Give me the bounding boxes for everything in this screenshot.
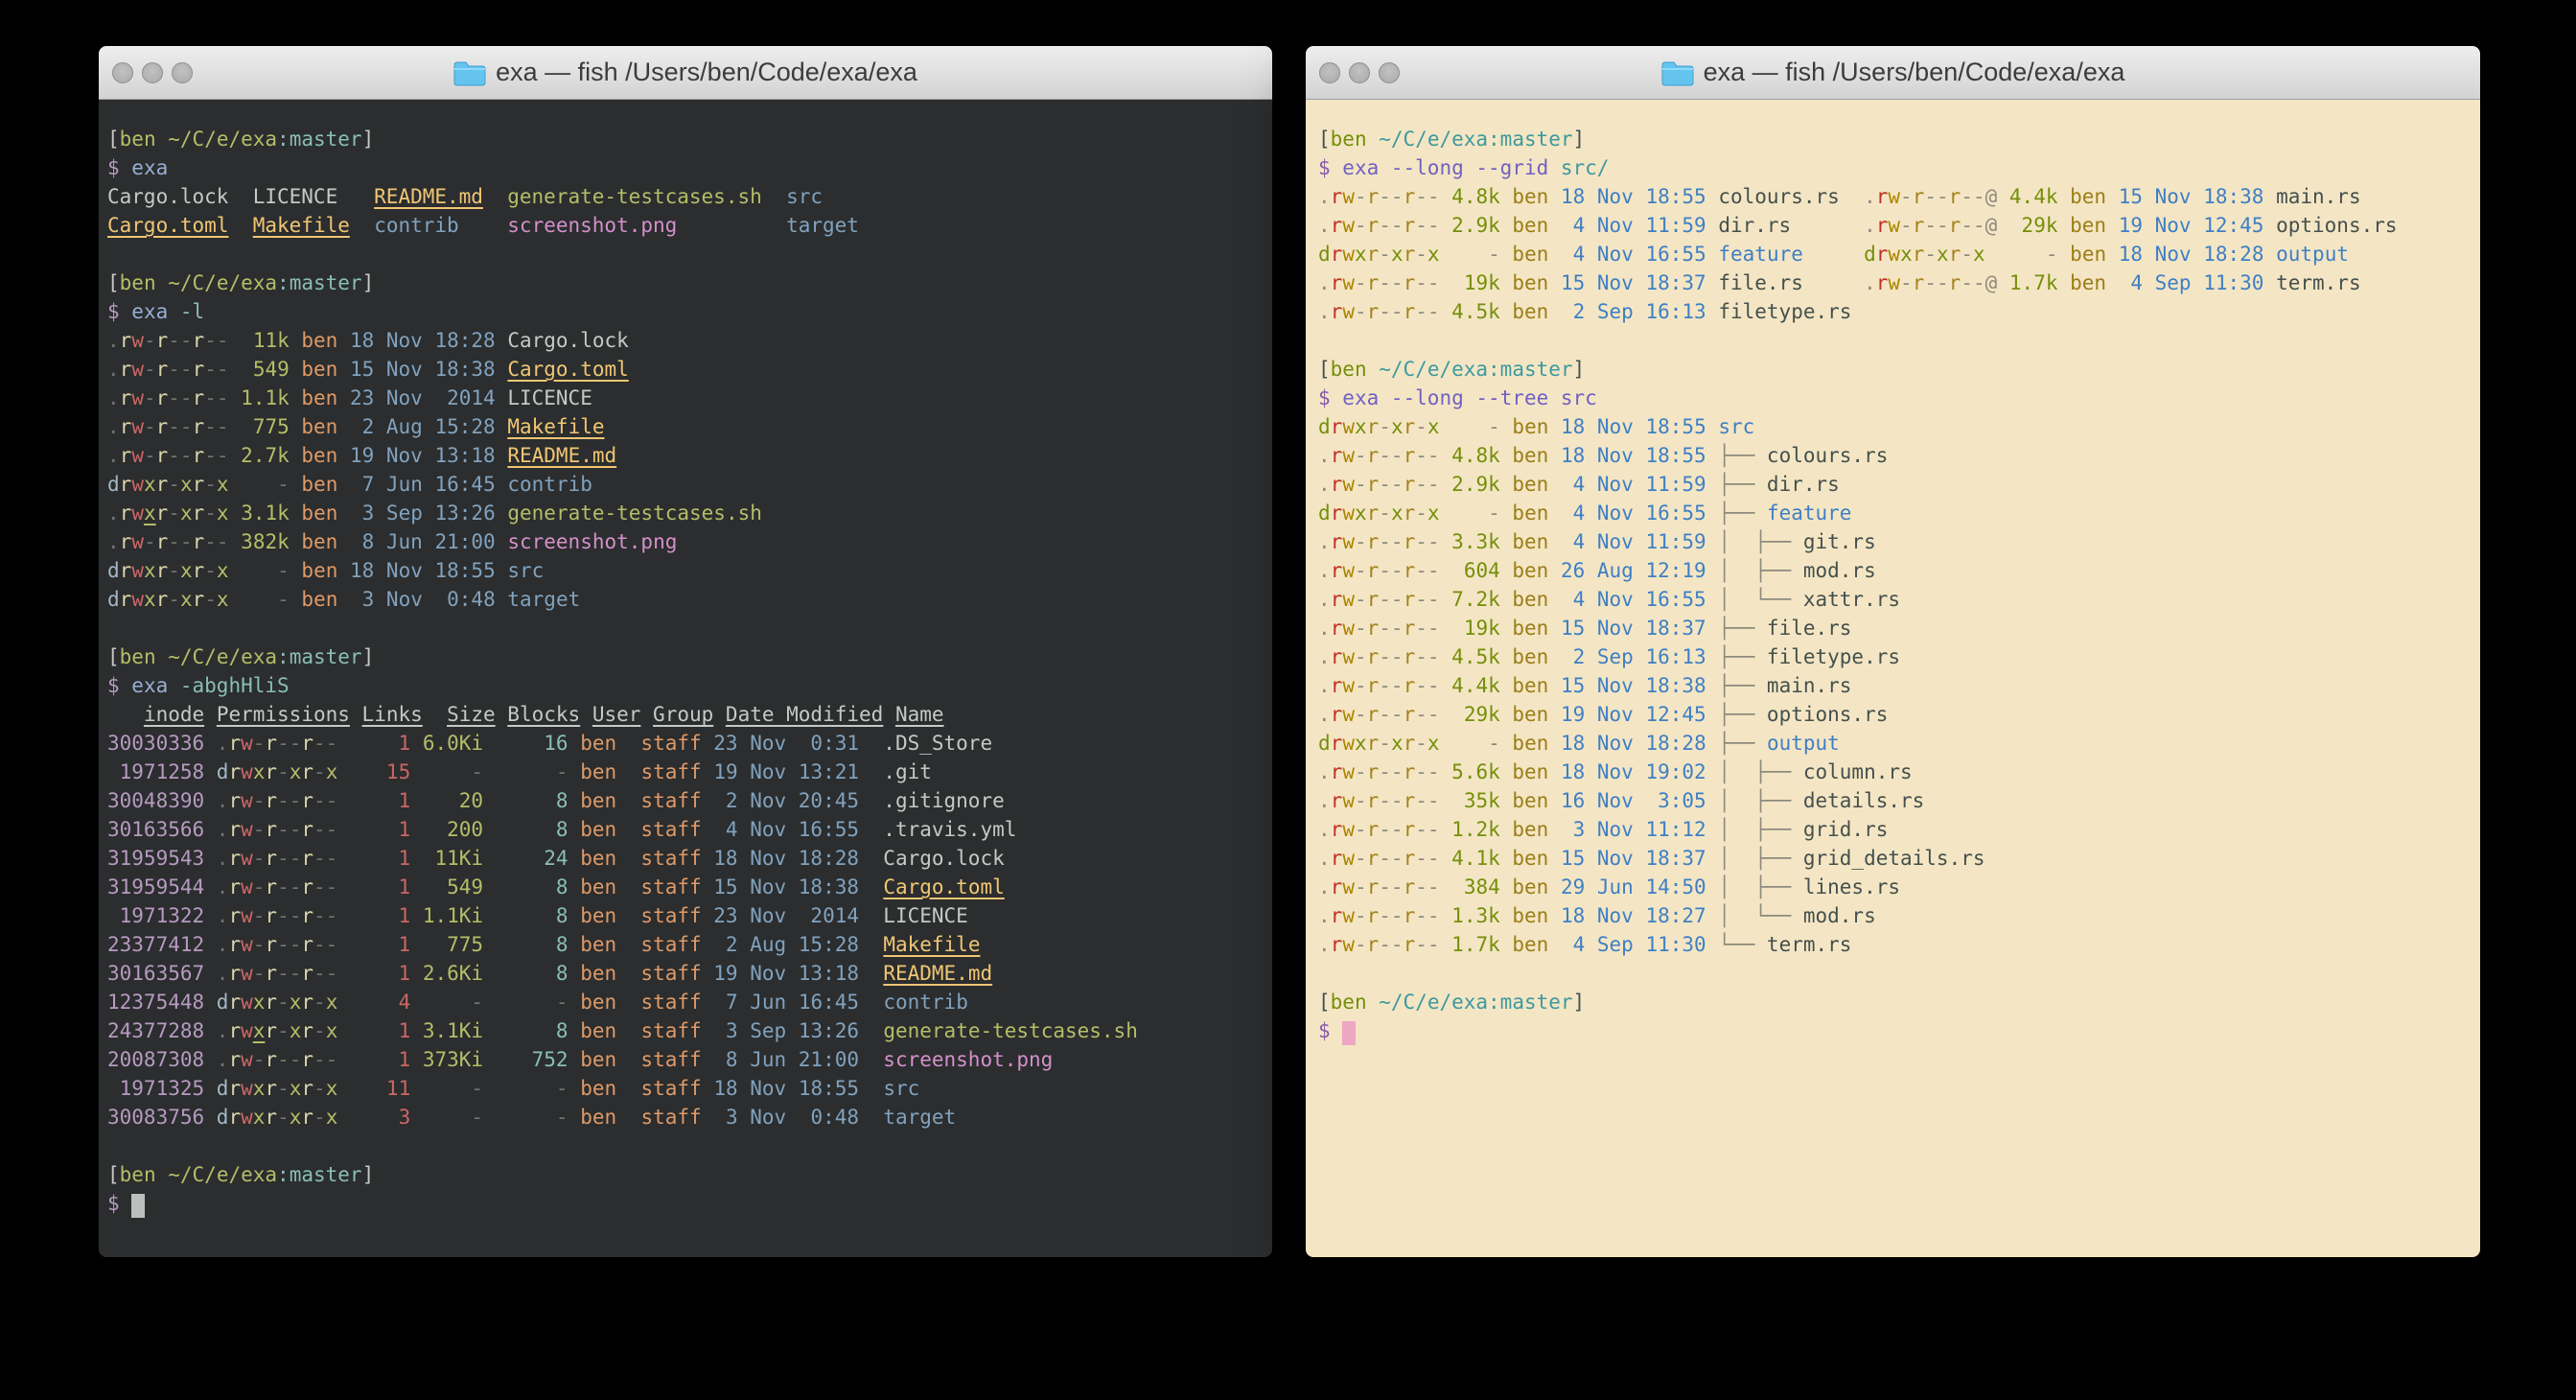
close-button[interactable] (112, 62, 133, 83)
terminal-line: 30163567 .rw-r--r-- 1 2.6Ki 8 ben staff … (107, 959, 1265, 988)
terminal-line: drwxr-xr-x - ben 7 Jun 16:45 contrib (107, 470, 1265, 499)
terminal-line: [ben ~/C/e/exa:master] (107, 268, 1265, 297)
terminal-line: $ exa --long --tree src (1318, 384, 2472, 412)
terminal-line: .rw-r--r-- 4.8k ben 18 Nov 18:55 colours… (1318, 182, 2472, 211)
terminal-line: .rw-r--r-- 4.8k ben 18 Nov 18:55 ├── col… (1318, 441, 2472, 470)
terminal-line: [ben ~/C/e/exa:master] (1318, 988, 2472, 1016)
terminal-line (1318, 326, 2472, 355)
terminal-line: .rw-r--r-- 604 ben 26 Aug 12:19 │ ├── mo… (1318, 556, 2472, 585)
terminal-window-light: exa — fish /Users/ben/Code/exa/exa [ben … (1306, 46, 2480, 1257)
terminal-line: .rw-r--r-- 7.2k ben 4 Nov 16:55 │ └── xa… (1318, 585, 2472, 614)
zoom-button[interactable] (172, 62, 193, 83)
terminal-line: $ (1318, 1016, 2472, 1045)
terminal-line: .rw-r--r-- 1.1k ben 23 Nov 2014 LICENCE (107, 384, 1265, 412)
terminal-line: .rw-r--r-- 2.9k ben 4 Nov 11:59 ├── dir.… (1318, 470, 2472, 499)
terminal-line: 20087308 .rw-r--r-- 1 373Ki 752 ben staf… (107, 1045, 1265, 1074)
folder-icon (1661, 59, 1694, 86)
terminal-line: .rwxr-xr-x 3.1k ben 3 Sep 13:26 generate… (107, 499, 1265, 527)
terminal-line: .rw-r--r-- 1.2k ben 3 Nov 11:12 │ ├── gr… (1318, 815, 2472, 844)
terminal-line: [ben ~/C/e/exa:master] (107, 642, 1265, 671)
terminal-line: $ exa -l (107, 297, 1265, 326)
terminal-line: 31959544 .rw-r--r-- 1 549 8 ben staff 15… (107, 873, 1265, 901)
terminal-line: .rw-r--r-- 35k ben 16 Nov 3:05 │ ├── det… (1318, 786, 2472, 815)
terminal-line: inode Permissions Links Size Blocks User… (107, 700, 1265, 729)
zoom-button[interactable] (1379, 62, 1400, 83)
terminal-line: .rw-r--r-- 2.9k ben 4 Nov 11:59 dir.rs .… (1318, 211, 2472, 240)
terminal-line: 12375448 drwxr-xr-x 4 - - ben staff 7 Ju… (107, 988, 1265, 1016)
minimize-button[interactable] (1349, 62, 1370, 83)
terminal-line: $ exa (107, 153, 1265, 182)
terminal-line: [ben ~/C/e/exa:master] (107, 1160, 1265, 1189)
terminal-line: [ben ~/C/e/exa:master] (1318, 125, 2472, 153)
terminal-line: drwxr-xr-x - ben 18 Nov 18:55 src (107, 556, 1265, 585)
terminal-line: [ben ~/C/e/exa:master] (107, 125, 1265, 153)
terminal-line: 30163566 .rw-r--r-- 1 200 8 ben staff 4 … (107, 815, 1265, 844)
terminal-line: .rw-r--r-- 775 ben 2 Aug 15:28 Makefile (107, 412, 1265, 441)
terminal-line: .rw-r--r-- 549 ben 15 Nov 18:38 Cargo.to… (107, 355, 1265, 384)
terminal-line: .rw-r--r-- 4.5k ben 2 Sep 16:13 filetype… (1318, 297, 2472, 326)
close-button[interactable] (1319, 62, 1340, 83)
terminal-line: 1971258 drwxr-xr-x 15 - - ben staff 19 N… (107, 758, 1265, 786)
terminal-line: .rw-r--r-- 19k ben 15 Nov 18:37 ├── file… (1318, 614, 2472, 642)
terminal-line: 23377412 .rw-r--r-- 1 775 8 ben staff 2 … (107, 930, 1265, 959)
window-title: exa — fish /Users/ben/Code/exa/exa (453, 58, 917, 87)
terminal-line: 1971325 drwxr-xr-x 11 - - ben staff 18 N… (107, 1074, 1265, 1103)
terminal-line: .rw-r--r-- 19k ben 15 Nov 18:37 file.rs … (1318, 268, 2472, 297)
terminal-line: Cargo.lock LICENCE README.md generate-te… (107, 182, 1265, 211)
titlebar[interactable]: exa — fish /Users/ben/Code/exa/exa (99, 46, 1272, 100)
terminal-line: 31959543 .rw-r--r-- 1 11Ki 24 ben staff … (107, 844, 1265, 873)
terminal-line: 30083756 drwxr-xr-x 3 - - ben staff 3 No… (107, 1103, 1265, 1132)
terminal-line: .rw-r--r-- 4.5k ben 2 Sep 16:13 ├── file… (1318, 642, 2472, 671)
terminal-line: .rw-r--r-- 3.3k ben 4 Nov 11:59 │ ├── gi… (1318, 527, 2472, 556)
traffic-lights (1319, 46, 1400, 99)
terminal-line: 30030336 .rw-r--r-- 1 6.0Ki 16 ben staff… (107, 729, 1265, 758)
terminal-line: drwxr-xr-x - ben 3 Nov 0:48 target (107, 585, 1265, 614)
terminal-line: drwxr-xr-x - ben 4 Nov 16:55 feature drw… (1318, 240, 2472, 268)
terminal-line (1318, 959, 2472, 988)
terminal-line: .rw-r--r-- 382k ben 8 Jun 21:00 screensh… (107, 527, 1265, 556)
terminal-line: .rw-r--r-- 1.3k ben 18 Nov 18:27 │ └── m… (1318, 901, 2472, 930)
terminal-line: .rw-r--r-- 11k ben 18 Nov 18:28 Cargo.lo… (107, 326, 1265, 355)
terminal-line: .rw-r--r-- 4.1k ben 15 Nov 18:37 │ ├── g… (1318, 844, 2472, 873)
terminal-line: 24377288 .rwxr-xr-x 1 3.1Ki 8 ben staff … (107, 1016, 1265, 1045)
cursor (1342, 1021, 1355, 1045)
folder-icon (453, 59, 486, 86)
terminal-line: drwxr-xr-x - ben 4 Nov 16:55 ├── feature (1318, 499, 2472, 527)
terminal-line (107, 614, 1265, 642)
traffic-lights (112, 46, 193, 99)
terminal-line (107, 1132, 1265, 1160)
terminal-line: .rw-r--r-- 2.7k ben 19 Nov 13:18 README.… (107, 441, 1265, 470)
terminal-line: $ exa -abghHliS (107, 671, 1265, 700)
terminal-line: [ben ~/C/e/exa:master] (1318, 355, 2472, 384)
window-title-text: exa — fish /Users/ben/Code/exa/exa (496, 58, 917, 87)
terminal-line (107, 240, 1265, 268)
window-title-text: exa — fish /Users/ben/Code/exa/exa (1704, 58, 2125, 87)
terminal-line: drwxr-xr-x - ben 18 Nov 18:28 ├── output (1318, 729, 2472, 758)
terminal-line: .rw-r--r-- 29k ben 19 Nov 12:45 ├── opti… (1318, 700, 2472, 729)
terminal-line: drwxr-xr-x - ben 18 Nov 18:55 src (1318, 412, 2472, 441)
terminal-line: $ exa --long --grid src/ (1318, 153, 2472, 182)
terminal-line: 1971322 .rw-r--r-- 1 1.1Ki 8 ben staff 2… (107, 901, 1265, 930)
terminal-line: .rw-r--r-- 384 ben 29 Jun 14:50 │ ├── li… (1318, 873, 2472, 901)
terminal-line: 30048390 .rw-r--r-- 1 20 8 ben staff 2 N… (107, 786, 1265, 815)
terminal-line: .rw-r--r-- 4.4k ben 15 Nov 18:38 ├── mai… (1318, 671, 2472, 700)
terminal-line: $ (107, 1189, 1265, 1218)
terminal-line: .rw-r--r-- 1.7k ben 4 Sep 11:30 └── term… (1318, 930, 2472, 959)
titlebar[interactable]: exa — fish /Users/ben/Code/exa/exa (1306, 46, 2480, 100)
terminal-content[interactable]: [ben ~/C/e/exa:master]$ exaCargo.lock LI… (99, 100, 1272, 1257)
minimize-button[interactable] (142, 62, 163, 83)
cursor (131, 1194, 144, 1218)
terminal-line: .rw-r--r-- 5.6k ben 18 Nov 19:02 │ ├── c… (1318, 758, 2472, 786)
window-title: exa — fish /Users/ben/Code/exa/exa (1661, 58, 2125, 87)
terminal-line: Cargo.toml Makefile contrib screenshot.p… (107, 211, 1265, 240)
terminal-content[interactable]: [ben ~/C/e/exa:master]$ exa --long --gri… (1306, 100, 2480, 1257)
terminal-window-dark: exa — fish /Users/ben/Code/exa/exa [ben … (99, 46, 1272, 1257)
